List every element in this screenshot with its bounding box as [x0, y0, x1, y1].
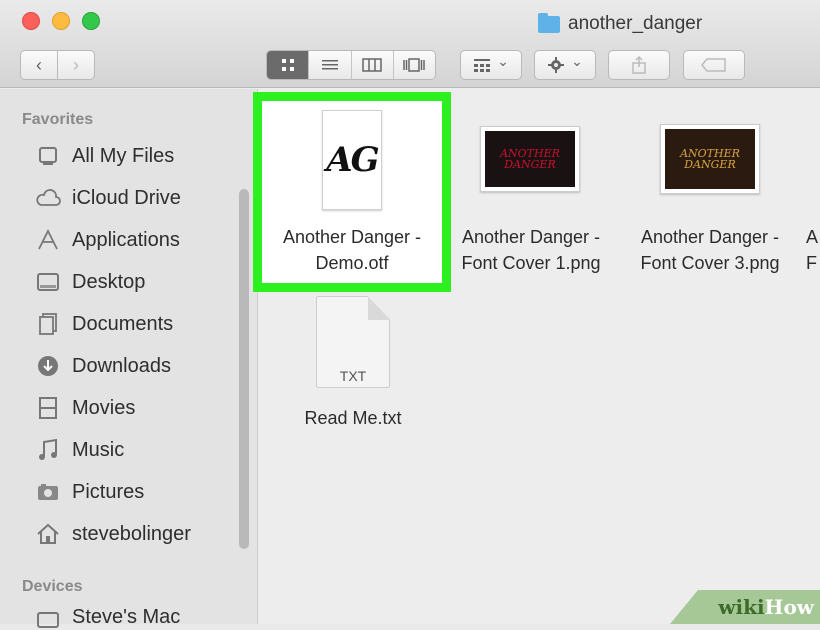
- devices-heading: Devices: [22, 578, 83, 595]
- computer-icon: [34, 606, 62, 630]
- window-title-label: another_danger: [568, 13, 703, 34]
- column-view-button[interactable]: [352, 51, 394, 79]
- action-button[interactable]: ⌄: [534, 50, 596, 80]
- icon-view-button[interactable]: [267, 51, 310, 79]
- file-name-line: Another Danger -: [282, 227, 422, 247]
- file-name-line: Font Cover 1.png: [461, 253, 601, 273]
- sidebar-scrollbar[interactable]: [239, 189, 249, 549]
- share-icon: [632, 56, 646, 74]
- cover-flow-view-button[interactable]: [394, 51, 435, 79]
- sidebar-item-label: Music: [72, 438, 125, 461]
- page-fold: [368, 296, 390, 320]
- file-item-font-cover-1[interactable]: Another Danger - Font Cover 1.png: [446, 224, 616, 276]
- list-view-button[interactable]: [309, 51, 352, 79]
- sidebar-item-music[interactable]: Music: [34, 434, 124, 466]
- tags-button[interactable]: [683, 50, 745, 80]
- sidebar-item-documents[interactable]: Documents: [34, 308, 173, 340]
- music-icon: [34, 437, 62, 463]
- sidebar-item-home[interactable]: stevebolinger: [34, 518, 191, 550]
- sidebar-item-pictures[interactable]: Pictures: [34, 476, 144, 508]
- cover-flow-icon: [403, 58, 426, 72]
- applications-icon: [34, 227, 62, 253]
- image-thumbnail[interactable]: ANOTHER DANGER: [660, 124, 760, 194]
- chevron-down-icon: ⌄: [497, 52, 509, 69]
- home-icon: [34, 521, 62, 547]
- title-bar: another_danger ‹ › ⌄ ⌄: [0, 0, 820, 88]
- tag-icon: [701, 58, 726, 72]
- folder-icon: [538, 12, 560, 33]
- list-view-icon: [321, 60, 338, 70]
- sidebar-item-desktop[interactable]: Desktop: [34, 266, 145, 298]
- minimize-window-button[interactable]: [52, 12, 70, 30]
- sidebar-item-movies[interactable]: Movies: [34, 392, 135, 424]
- file-name-line: Another Danger -: [640, 227, 780, 247]
- favorites-heading: Favorites: [22, 111, 94, 128]
- chevron-left-icon: ‹: [36, 54, 42, 75]
- forward-button[interactable]: ›: [57, 50, 95, 80]
- cover-art-text: ANOTHER DANGER: [500, 147, 560, 171]
- font-file-thumbnail[interactable]: AG: [322, 110, 382, 210]
- cloud-icon: [34, 185, 62, 211]
- file-name-line: Another Danger -: [461, 227, 601, 247]
- file-name-line: F: [806, 253, 817, 273]
- finder-window: another_danger ‹ › ⌄ ⌄ Favorites All My …: [0, 0, 820, 628]
- font-preview-text: AG: [326, 140, 379, 180]
- sidebar-item-label: iCloud Drive: [72, 186, 181, 209]
- file-item-font-cover-3[interactable]: Another Danger - Font Cover 3.png: [624, 224, 796, 276]
- file-item-demo-otf[interactable]: Another Danger - Demo.otf: [262, 224, 442, 276]
- movies-icon: [34, 395, 62, 421]
- pictures-icon: [34, 479, 62, 505]
- cover-art: ANOTHER DANGER: [485, 131, 575, 187]
- watermark-how: How: [764, 595, 814, 619]
- downloads-icon: [34, 353, 62, 379]
- view-mode-control: [266, 50, 436, 80]
- file-name-line: Demo.otf: [315, 253, 389, 273]
- cover-art: ANOTHER DANGER: [665, 129, 755, 189]
- chevron-down-icon: ⌄: [571, 52, 583, 69]
- file-item-readme[interactable]: Read Me.txt: [278, 405, 428, 431]
- image-thumbnail[interactable]: ANOTHER DANGER: [480, 126, 580, 192]
- sidebar-item-icloud-drive[interactable]: iCloud Drive: [34, 182, 181, 214]
- icon-view-icon: [281, 59, 294, 71]
- sidebar-item-label: Applications: [72, 228, 180, 251]
- file-name-line: A: [806, 227, 819, 247]
- watermark-wiki: wiki: [718, 595, 765, 619]
- arrange-button[interactable]: ⌄: [460, 50, 522, 80]
- sidebar: Favorites All My Files iCloud Drive Appl…: [0, 89, 258, 628]
- sidebar-item-label: stevebolinger: [72, 522, 191, 545]
- desktop-icon: [34, 269, 62, 295]
- sidebar-item-label: Movies: [72, 396, 136, 419]
- sidebar-item-label: Steve's Mac: [72, 606, 181, 628]
- file-name-line: Read Me.txt: [304, 408, 402, 428]
- sidebar-item-label: Desktop: [72, 270, 146, 293]
- arrange-icon: [474, 59, 491, 72]
- sidebar-item-label: All My Files: [72, 144, 175, 167]
- window-title: another_danger: [538, 12, 702, 36]
- share-button[interactable]: [608, 50, 670, 80]
- sidebar-item-applications[interactable]: Applications: [34, 224, 180, 256]
- chevron-right-icon: ›: [73, 54, 79, 75]
- documents-icon: [34, 311, 62, 337]
- cover-art-text: ANOTHER DANGER: [680, 147, 740, 171]
- sidebar-item-label: Pictures: [72, 480, 145, 503]
- file-name-line: Font Cover 3.png: [640, 253, 780, 273]
- file-item-partial[interactable]: A F: [806, 224, 820, 276]
- close-window-button[interactable]: [22, 12, 40, 30]
- zoom-window-button[interactable]: [82, 12, 100, 30]
- column-view-icon: [362, 58, 382, 72]
- file-type-label: TXT: [339, 368, 367, 384]
- sidebar-item-downloads[interactable]: Downloads: [34, 350, 171, 382]
- sidebar-item-label: Documents: [72, 312, 174, 335]
- all-files-icon: [34, 143, 62, 169]
- back-button[interactable]: ‹: [20, 50, 58, 80]
- sidebar-item-steves-mac[interactable]: Steve's Mac: [34, 606, 180, 630]
- sidebar-item-all-my-files[interactable]: All My Files: [34, 140, 174, 172]
- gear-icon: [548, 57, 565, 73]
- sidebar-item-label: Downloads: [72, 354, 171, 377]
